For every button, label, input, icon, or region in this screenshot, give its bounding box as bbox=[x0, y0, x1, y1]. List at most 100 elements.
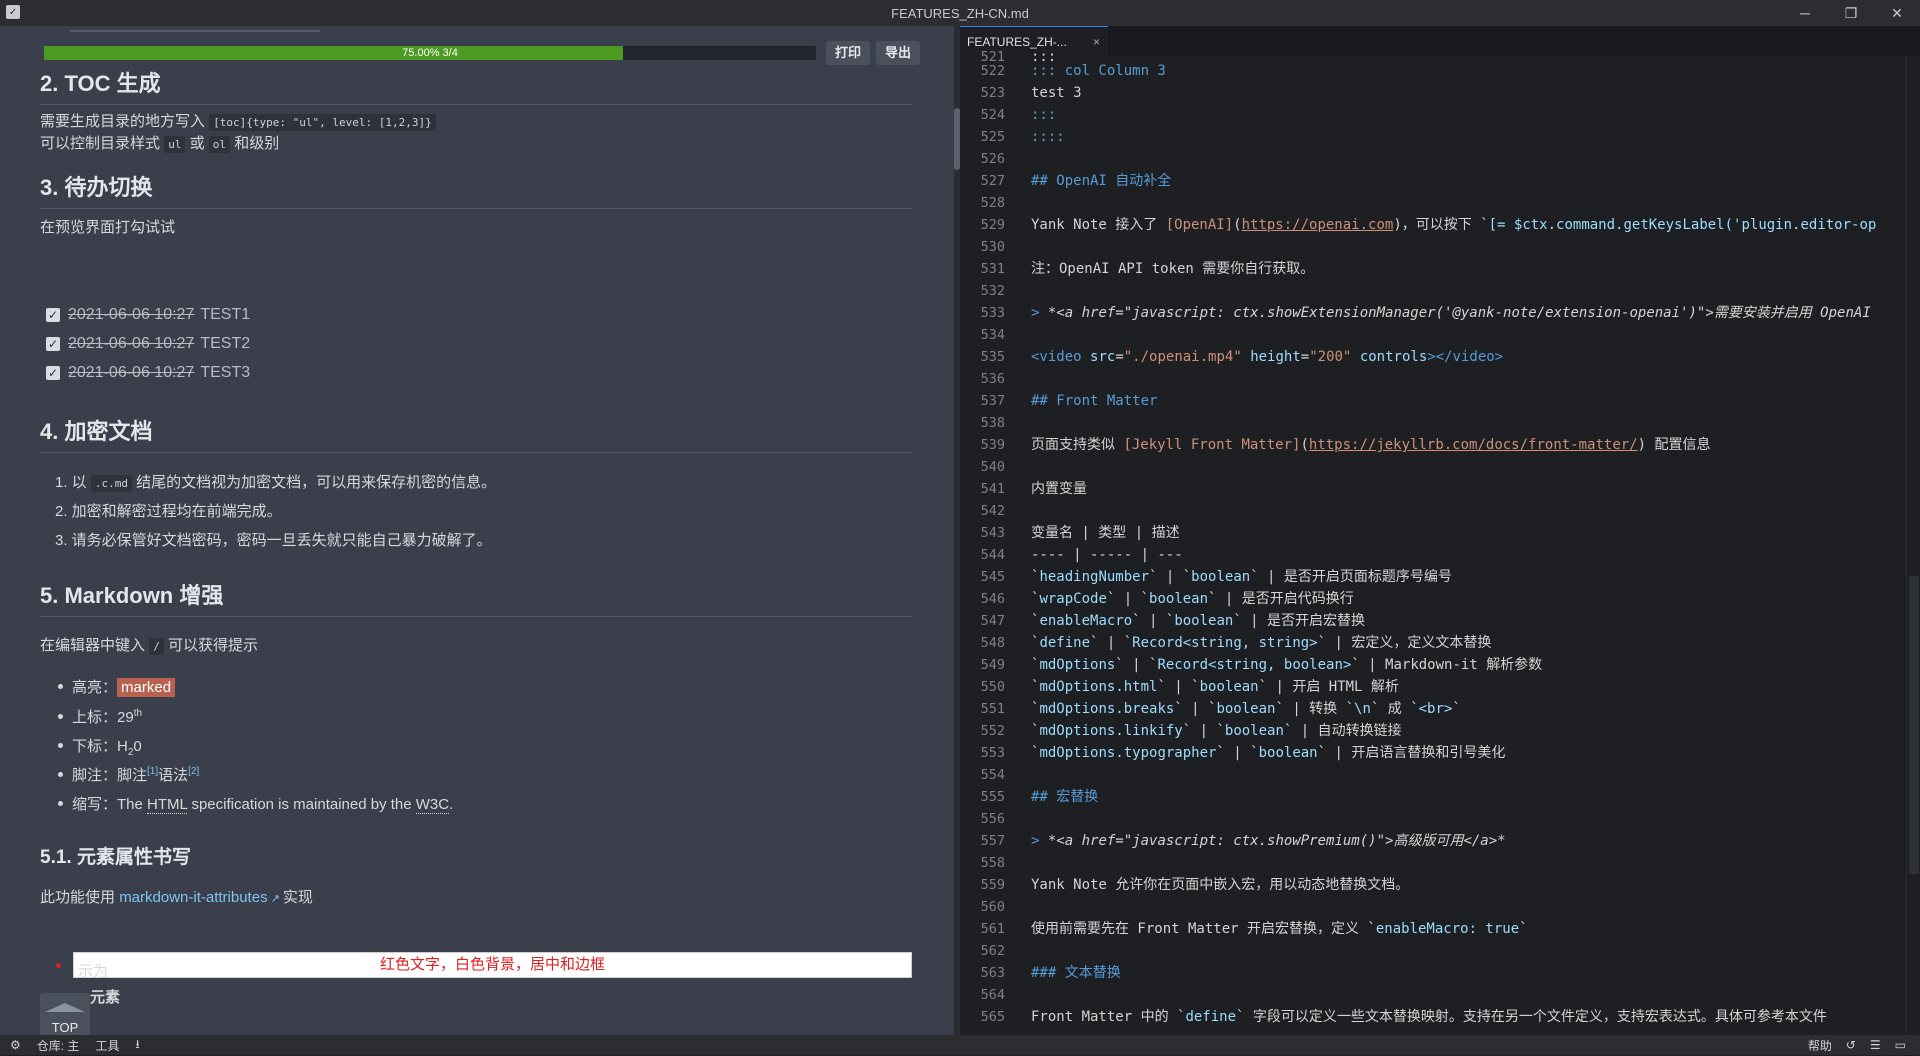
text: 语法 bbox=[158, 767, 189, 784]
task-date: 2021-06-06 10:27 bbox=[68, 335, 195, 352]
code-line: 523 test 3 bbox=[980, 85, 1082, 101]
code-line: 546 `wrapCode` | `boolean` | 是否开启代码换行 bbox=[980, 591, 1354, 607]
todo-progress-label: 75.00% 3/4 bbox=[402, 47, 458, 59]
scrollbar-thumb[interactable] bbox=[1909, 576, 1919, 874]
export-button[interactable]: 导出 bbox=[876, 41, 921, 65]
abbreviation[interactable]: W3C bbox=[415, 796, 450, 814]
back-to-top-button[interactable]: TOP bbox=[40, 993, 90, 1035]
list-item-superscript: 上标：29th bbox=[57, 706, 143, 727]
code-line: 559 Yank Note 允许你在页面中嵌入宏，用以动态地替换文档。 bbox=[980, 877, 1410, 893]
top-label: TOP bbox=[51, 1020, 79, 1035]
text: 高亮： bbox=[72, 679, 118, 696]
text: 0 bbox=[133, 738, 142, 755]
status-bar-right: 帮助 ↺ ☰ ▭ bbox=[1808, 1035, 1920, 1055]
text: . bbox=[449, 796, 454, 813]
task-item: ✓ 2021-06-06 10:27 TEST3 bbox=[46, 364, 250, 382]
markdown-it-attributes-link[interactable]: markdown-it-attributes bbox=[119, 889, 267, 906]
code-line: 527 ## OpenAI 自动补全 bbox=[980, 173, 1172, 189]
task-item: ✓ 2021-06-06 10:27 TEST1 bbox=[46, 306, 250, 324]
todo-progress-row: 75.00% 3/4 打印 导出 bbox=[44, 40, 940, 66]
footnote-ref[interactable]: [2] bbox=[188, 766, 199, 777]
code-line: 533 > *<a href="javascript: ctx.showExten… bbox=[980, 305, 1871, 321]
code-line: 541 内置变量 bbox=[980, 481, 1087, 497]
print-button[interactable]: 打印 bbox=[826, 41, 871, 65]
minimize-icon[interactable]: ─ bbox=[1782, 0, 1828, 26]
history-icon[interactable]: ↺ bbox=[1846, 1038, 1856, 1052]
heading-element-attributes: 5.1. 元素属性书写 bbox=[40, 847, 191, 868]
download-icon[interactable]: ⭳ bbox=[135, 1035, 139, 1056]
editor-pane[interactable]: FEATURES_ZH-... × 521::: 522::: col Colu… bbox=[960, 26, 1920, 1035]
title-bar: ✓ FEATURES_ZH-CN.md ─ ❐ ✕ bbox=[0, 0, 1920, 26]
checkbox[interactable]: ✓ bbox=[46, 337, 60, 351]
text: 或 bbox=[189, 135, 205, 152]
heading-toc: 2. TOC 生成 bbox=[40, 66, 913, 105]
presentation-icon[interactable]: ▭ bbox=[1895, 1038, 1906, 1052]
settings-icon[interactable]: ⚙ bbox=[10, 1038, 21, 1052]
code-line: 529 Yank Note 接入了 [OpenAI](https://openai… bbox=[980, 217, 1877, 233]
editor-scrollbar[interactable] bbox=[1906, 56, 1920, 1035]
code-line: 558 bbox=[980, 855, 1005, 871]
code-line: 540 bbox=[980, 459, 1005, 475]
tools-menu[interactable]: 工具 bbox=[95, 1037, 119, 1054]
list-item-highlight: 高亮： marked bbox=[57, 676, 176, 697]
code-line: 532 bbox=[980, 283, 1005, 299]
outline-icon[interactable]: ☰ bbox=[1870, 1038, 1881, 1052]
text: 脚注：脚注 bbox=[72, 767, 148, 784]
code-line: 550 `mdOptions.html` | `boolean` | 开启 HTM… bbox=[980, 679, 1399, 695]
code-line: 538 bbox=[980, 415, 1005, 431]
code-line: 549 `mdOptions` | `Record<string, boolean… bbox=[980, 657, 1543, 673]
repo-switcher[interactable]: 仓库: 主 bbox=[37, 1037, 80, 1054]
code-line: 561 使用前需要先在 Front Matter 开启宏替换，定义 `enable… bbox=[980, 921, 1528, 937]
code-line: 564 bbox=[980, 987, 1005, 1003]
help-menu[interactable]: 帮助 bbox=[1808, 1037, 1832, 1054]
code-line: 545 `headingNumber` | `boolean` | 是否开启页面标… bbox=[980, 569, 1452, 585]
code-line: 553 `mdOptions.typographer` | `boolean` |… bbox=[980, 745, 1506, 761]
code-line: 556 bbox=[980, 811, 1005, 827]
text: 上标：29 bbox=[72, 709, 134, 726]
paragraph-attr-intro: 此功能使用 markdown-it-attributes ↗ 实现 bbox=[40, 886, 313, 907]
task-item: ✓ 2021-06-06 10:27 TEST2 bbox=[46, 335, 250, 353]
code-line: 551 `mdOptions.breaks` | `boolean` | 转换 `… bbox=[980, 701, 1461, 717]
close-icon[interactable]: ✕ bbox=[1874, 0, 1920, 26]
code-line: 531 注：OpenAI API token 需要你自行获取。 bbox=[980, 261, 1315, 277]
inline-code: / bbox=[149, 638, 164, 655]
text: 缩写：The bbox=[72, 796, 148, 813]
text: 可以获得提示 bbox=[167, 637, 258, 654]
code-line: 560 bbox=[980, 899, 1005, 915]
checkbox[interactable]: ✓ bbox=[46, 308, 60, 322]
heading-markdown-enhance: 5. Markdown 增强 bbox=[40, 578, 913, 617]
text: 下标：H bbox=[72, 738, 128, 755]
text: 此功能使用 bbox=[40, 889, 116, 906]
code-line: 535 <video src="./openai.mp4" height="200… bbox=[980, 349, 1504, 365]
partial-text: 元素 bbox=[90, 989, 121, 1006]
todo-progress-bar: 75.00% 3/4 bbox=[44, 46, 816, 60]
preview-pane[interactable]: 75.00% 3/4 打印 导出 2. TOC 生成 需要生成目录的地方写入 [… bbox=[0, 26, 954, 1035]
arrow-up-icon bbox=[45, 1003, 85, 1012]
heading-encrypted-doc: 4. 加密文档 bbox=[40, 414, 913, 453]
task-date: 2021-06-06 10:27 bbox=[68, 306, 195, 323]
code-line: 524::: bbox=[980, 107, 1057, 123]
maximize-icon[interactable]: ❐ bbox=[1828, 0, 1874, 26]
abbreviation[interactable]: HTML bbox=[147, 796, 188, 814]
code-line: 526 bbox=[980, 151, 1005, 167]
paragraph-md-intro: 在编辑器中键入 / 可以获得提示 bbox=[40, 634, 258, 655]
code-line: 548 `define` | `Record<string, string>` |… bbox=[980, 635, 1492, 651]
text: 可以控制目录样式 bbox=[40, 135, 161, 152]
text: 在编辑器中键入 bbox=[40, 637, 146, 654]
code-line: 554 bbox=[980, 767, 1005, 783]
styled-attr-box: 红色文字，白色背景，居中和边框 bbox=[73, 952, 912, 978]
list-item-subscript: 下标：H20 bbox=[58, 735, 142, 758]
paragraph-toc-2: 可以控制目录样式 ul 或 ol 和级别 bbox=[40, 132, 279, 153]
footnote-ref[interactable]: [1] bbox=[147, 766, 158, 777]
task-name: TEST3 bbox=[200, 364, 251, 381]
inline-code: .c.md bbox=[90, 475, 132, 492]
checkbox[interactable]: ✓ bbox=[46, 366, 60, 380]
status-bar: ⚙ 仓库: 主 工具 ⭳ 帮助 ↺ ☰ ▭ bbox=[0, 1035, 1920, 1055]
inline-code: ul bbox=[164, 136, 186, 153]
superscript: th bbox=[133, 708, 143, 719]
app-logo-icon[interactable]: ✓ bbox=[6, 5, 20, 19]
code-line: 522::: col Column 3 bbox=[980, 63, 1166, 79]
task-name: TEST1 bbox=[200, 306, 251, 323]
partial-text: 示为 bbox=[78, 963, 109, 980]
code-line: 539 页面支持类似 [Jekyll Front Matter](https://… bbox=[980, 437, 1711, 453]
